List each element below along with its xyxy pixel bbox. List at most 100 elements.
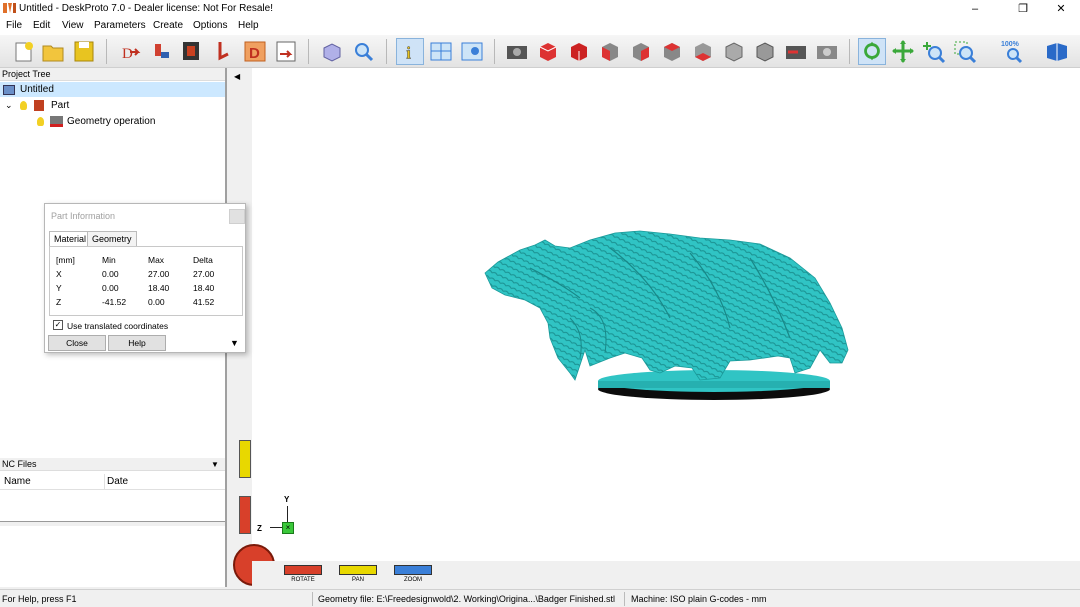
- column-date[interactable]: Date: [107, 476, 128, 487]
- tree-label-part: Part: [51, 100, 70, 111]
- dropdown-arrow-icon[interactable]: ▼: [211, 458, 219, 471]
- menu-edit[interactable]: Edit: [33, 20, 50, 31]
- menu-create[interactable]: Create: [153, 20, 183, 31]
- tree-item-untitled[interactable]: Untitled: [0, 82, 225, 97]
- render-icon[interactable]: [782, 38, 810, 65]
- expand-arrow-icon[interactable]: ▼: [230, 338, 239, 348]
- window-title: Untitled - DeskProto 7.0 - Dealer licens…: [19, 3, 273, 14]
- new-icon[interactable]: [9, 38, 37, 65]
- view-iso2-icon[interactable]: [751, 38, 779, 65]
- save-icon[interactable]: [70, 38, 98, 65]
- view-front-icon[interactable]: [534, 38, 562, 65]
- zoom-mode-icon[interactable]: [920, 38, 948, 65]
- tree-item-geometry-operation[interactable]: Geometry operation: [0, 114, 225, 129]
- row-axis: Y: [56, 283, 62, 293]
- pan-nav-button[interactable]: [339, 565, 377, 575]
- menu-file[interactable]: File: [6, 20, 22, 31]
- machine-icon[interactable]: [178, 38, 206, 65]
- view-iso-icon[interactable]: [720, 38, 748, 65]
- row-delta: 18.40: [193, 283, 215, 293]
- render2-icon[interactable]: [813, 38, 841, 65]
- row-delta: 27.00: [193, 269, 215, 279]
- axis-y-line: [287, 506, 288, 522]
- close-button[interactable]: ✕: [1046, 1, 1076, 17]
- view-left-icon[interactable]: [596, 38, 624, 65]
- row-axis: Z: [56, 297, 62, 307]
- checkbox-label: Use translated coordinates: [67, 321, 169, 331]
- operation-icon: [50, 116, 63, 127]
- close-dialog-button[interactable]: Close: [48, 335, 106, 351]
- table-header: Max: [148, 255, 165, 265]
- menu-bar: File Edit View Parameters Create Options…: [0, 18, 1080, 35]
- collapse-panel-icon[interactable]: ◀: [234, 72, 240, 81]
- menu-help[interactable]: Help: [238, 20, 259, 31]
- axis-z-line: [270, 527, 282, 528]
- scroll-wheel-yellow-icon[interactable]: [239, 440, 251, 478]
- zoom-100-label: 100%: [1001, 41, 1020, 48]
- badger-model: [484, 230, 849, 381]
- rotate-nav-button[interactable]: [284, 565, 322, 575]
- row-min: 0.00: [102, 283, 119, 293]
- tree-label-untitled: Untitled: [20, 84, 54, 95]
- camera-icon[interactable]: [503, 38, 531, 65]
- part-icon: [34, 100, 44, 111]
- view-back-icon[interactable]: [565, 38, 593, 65]
- axis-y-label: Y: [284, 495, 290, 504]
- tree-label-operation: Geometry operation: [67, 116, 156, 127]
- part-icon[interactable]: [147, 38, 175, 65]
- column-divider[interactable]: [104, 474, 105, 490]
- dialog-title: Part Information: [51, 211, 116, 221]
- tree-item-part[interactable]: ⌄ Part: [0, 98, 225, 113]
- model-canvas[interactable]: [230, 68, 1080, 587]
- layout-icon[interactable]: [427, 38, 455, 65]
- minimize-button[interactable]: –: [960, 1, 990, 17]
- drawing-icon[interactable]: D: [241, 38, 269, 65]
- pan-mode-icon[interactable]: [889, 38, 917, 65]
- scroll-wheel-red-icon[interactable]: [239, 496, 251, 534]
- view-bottom-icon[interactable]: [689, 38, 717, 65]
- status-geometry-file: Geometry file: E:\Freedesignwold\2. Work…: [318, 594, 615, 604]
- view-top-icon[interactable]: [658, 38, 686, 65]
- project-icon: [3, 85, 15, 95]
- cutter-icon[interactable]: [210, 38, 238, 65]
- row-max: 27.00: [148, 269, 170, 279]
- tab-material[interactable]: Material: [49, 231, 92, 247]
- status-bar: For Help, press F1 Geometry file: E:\Fre…: [0, 589, 1080, 607]
- save-image-icon[interactable]: [272, 38, 300, 65]
- zoom-nav-button[interactable]: [394, 565, 432, 575]
- dialog-close-icon[interactable]: [229, 209, 245, 224]
- table-header: Min: [102, 255, 116, 265]
- info-icon[interactable]: i: [396, 38, 424, 65]
- part-information-dialog: Part Information Material Geometry [mm] …: [44, 203, 246, 353]
- view-right-icon[interactable]: [627, 38, 655, 65]
- menu-options[interactable]: Options: [193, 20, 227, 31]
- split-icon[interactable]: [458, 38, 486, 65]
- zoom-box-icon[interactable]: [951, 38, 979, 65]
- help-book-icon[interactable]: [1043, 38, 1071, 65]
- row-min: -41.52: [102, 297, 127, 307]
- chevron-down-icon[interactable]: ⌄: [5, 98, 13, 113]
- axis-x-icon: ×: [282, 522, 294, 534]
- rotate-mode-icon[interactable]: [858, 38, 886, 65]
- row-max: 18.40: [148, 283, 170, 293]
- 3d-viewport[interactable]: Y Z ×: [230, 68, 1080, 587]
- menu-view[interactable]: View: [62, 20, 84, 31]
- open-icon[interactable]: [39, 38, 67, 65]
- column-name[interactable]: Name: [4, 476, 31, 487]
- tab-geometry[interactable]: Geometry: [87, 231, 137, 246]
- panel-splitter[interactable]: [0, 521, 227, 526]
- toolbar: D D i 100%: [0, 35, 1080, 68]
- zoom-100-icon[interactable]: 100%: [999, 38, 1027, 65]
- menu-parameters[interactable]: Parameters: [94, 20, 146, 31]
- translated-coordinates-checkbox[interactable]: ✓: [53, 320, 63, 330]
- lightbulb-icon[interactable]: [20, 101, 27, 110]
- axis-z-label: Z: [257, 524, 262, 533]
- lightbulb-icon[interactable]: [37, 117, 44, 126]
- help-dialog-button[interactable]: Help: [108, 335, 166, 351]
- maximize-button[interactable]: ❐: [1008, 1, 1038, 17]
- import-icon[interactable]: D: [114, 38, 142, 65]
- cube-icon[interactable]: [318, 38, 346, 65]
- deskproto-logo-icon: [3, 3, 16, 13]
- project-tree-header: Project Tree: [0, 68, 225, 81]
- zoom-icon[interactable]: [349, 38, 377, 65]
